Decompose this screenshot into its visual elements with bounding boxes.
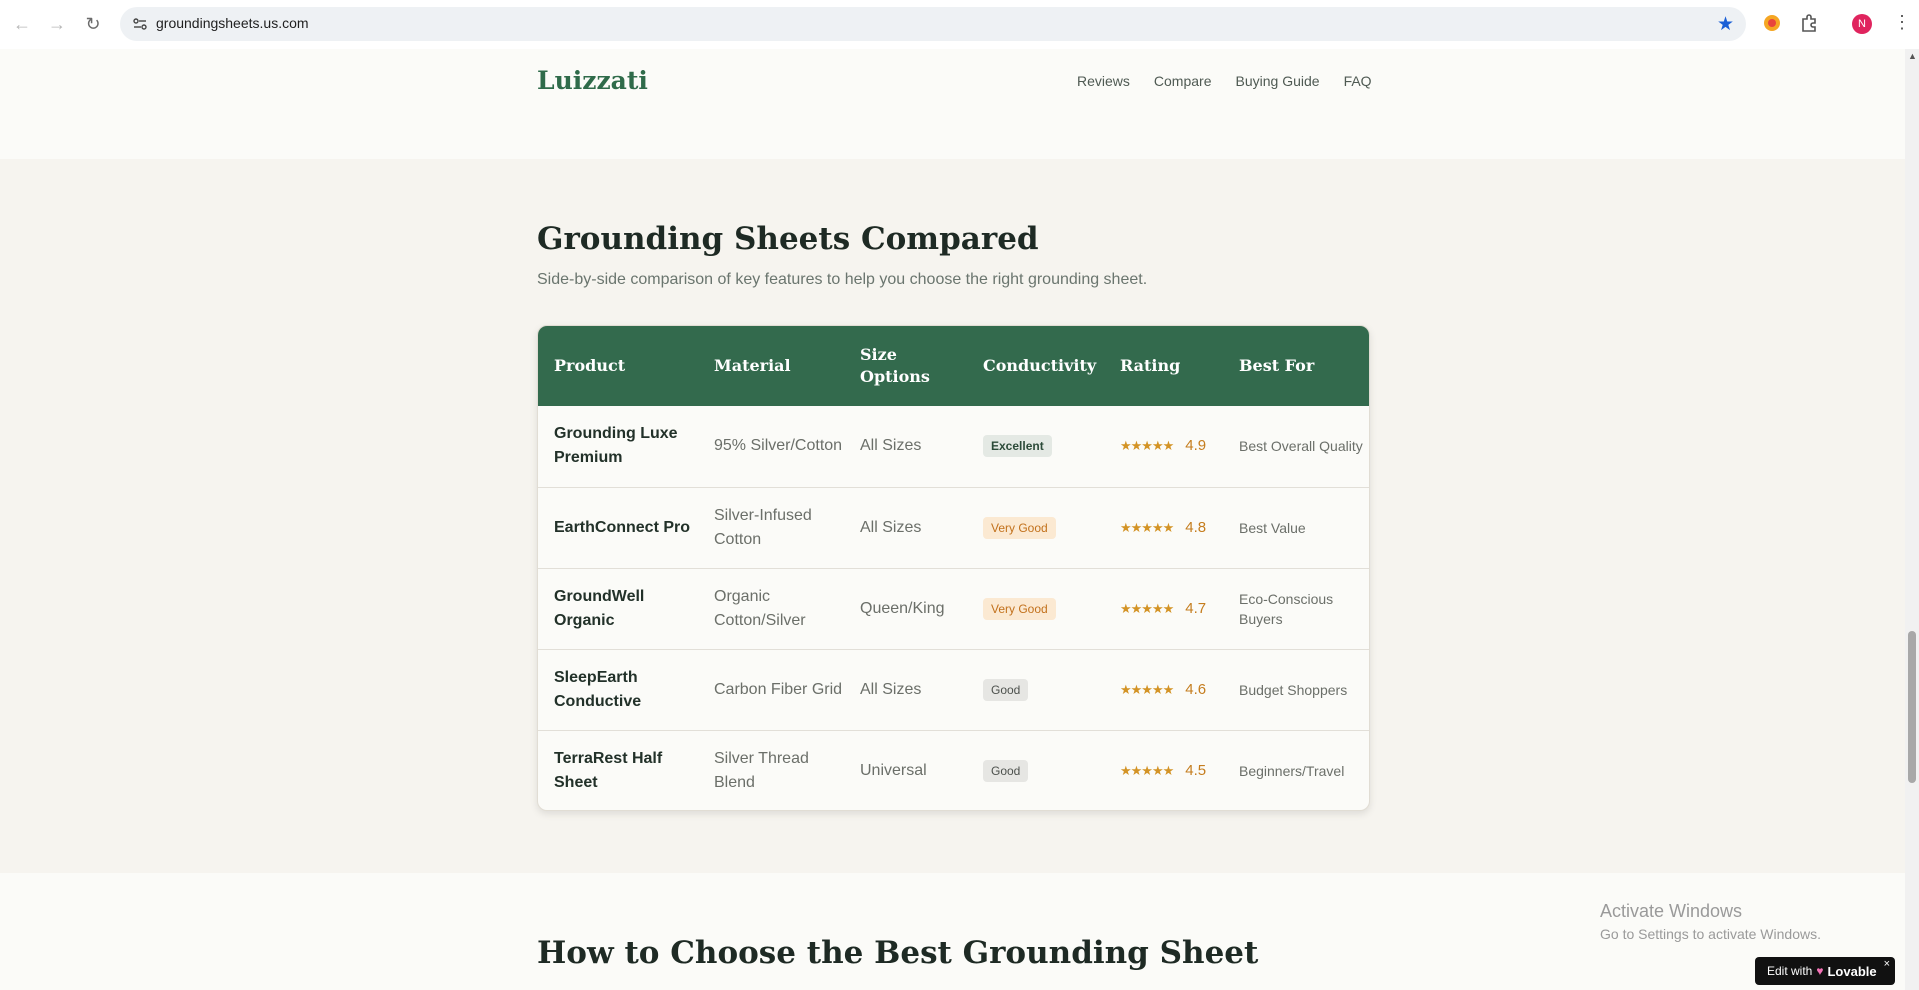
best-for-cell: Budget Shoppers [1239,681,1348,698]
size-cell: All Sizes [860,437,922,455]
brand-logo[interactable]: Luizzati [537,66,648,95]
size-cell: Queen/King [860,599,945,617]
column-header-material: Material [714,356,791,375]
rating-score: 4.9 [1185,437,1207,455]
table-row: TerraRest Half Sheet Silver Thread Blend… [538,730,1369,810]
nav-link-compare[interactable]: Compare [1154,73,1212,89]
conductivity-cell: Good [967,730,1104,810]
browser-toolbar: ← → ↻ groundingsheets.us.com ★ N ⋮ [0,0,1919,50]
product-name: TerraRest Half Sheet [554,749,663,791]
conductivity-badge: Very Good [983,597,1056,620]
rating-cell: ★★★★★ 4.7 [1104,568,1223,649]
profile-avatar[interactable]: N [1852,14,1872,34]
close-badge-icon[interactable]: × [1884,958,1890,970]
page-scrollbar[interactable]: ▲ [1905,49,1919,990]
table-row: SleepEarth Conductive Carbon Fiber Grid … [538,649,1369,730]
table-row: EarthConnect Pro Silver-Infused Cotton A… [538,487,1369,568]
rating-cell: ★★★★★ 4.5 [1104,730,1223,810]
nav-link-buying-guide[interactable]: Buying Guide [1236,73,1320,89]
forward-icon[interactable]: → [45,12,69,36]
lovable-heart-icon: ♥ [1816,964,1824,978]
column-header-rating: Rating [1120,356,1181,375]
bookmark-star-icon[interactable]: ★ [1717,13,1734,36]
star-rating-icon: ★★★★★ [1120,519,1174,535]
site-info-icon[interactable] [130,14,150,34]
activate-windows-title: Activate Windows [1600,901,1743,921]
edit-with-lovable-badge[interactable]: Edit with ♥ Lovable × [1755,957,1895,985]
material-cell: Silver Thread Blend [714,749,809,791]
column-header-product: Product [554,356,626,375]
back-icon[interactable]: ← [10,12,34,36]
conductivity-cell: Very Good [967,487,1104,568]
nav-link-faq[interactable]: FAQ [1344,73,1372,89]
size-cell: All Sizes [860,518,922,536]
comparison-table: Product Material Size Options Conductivi… [537,325,1370,811]
address-bar[interactable]: groundingsheets.us.com ★ [120,7,1746,41]
browser-menu-icon[interactable]: ⋮ [1893,12,1911,33]
star-rating-icon: ★★★★★ [1120,681,1174,697]
conductivity-badge: Very Good [983,516,1056,539]
extensions-puzzle-icon[interactable] [1799,13,1821,35]
table-row: Grounding Luxe Premium 95% Silver/Cotton… [538,406,1369,487]
rating-cell: ★★★★★ 4.6 [1104,649,1223,730]
activate-windows-watermark: Activate Windows Go to Settings to activ… [1600,901,1821,942]
conductivity-cell: Excellent [967,406,1104,487]
best-for-cell: Eco-Conscious Buyers [1239,590,1334,627]
rating-score: 4.8 [1185,518,1207,536]
rating-score: 4.7 [1185,599,1207,617]
reload-icon[interactable]: ↻ [81,12,105,36]
material-cell: Carbon Fiber Grid [714,680,843,698]
site-header: Luizzati Reviews Compare Buying Guide FA… [0,49,1905,114]
product-name: GroundWell Organic [554,587,645,629]
activate-windows-subtitle: Go to Settings to activate Windows. [1600,926,1821,942]
extension-icon[interactable] [1762,13,1784,35]
best-for-cell: Best Value [1239,519,1306,536]
scroll-up-arrow-icon[interactable]: ▲ [1908,51,1917,61]
size-cell: Universal [860,761,927,779]
rating-cell: ★★★★★ 4.9 [1104,406,1223,487]
rating-score: 4.5 [1185,761,1207,779]
material-cell: Organic Cotton/Silver [714,587,806,629]
conductivity-badge: Good [983,759,1029,782]
section-subtitle: Side-by-side comparison of key features … [537,271,1148,288]
star-rating-icon: ★★★★★ [1120,762,1174,778]
rating-cell: ★★★★★ 4.8 [1104,487,1223,568]
conductivity-cell: Very Good [967,568,1104,649]
column-header-best-for: Best For [1239,356,1315,375]
previous-section-end [0,113,1905,159]
conductivity-badge: Excellent [983,435,1052,458]
star-rating-icon: ★★★★★ [1120,600,1174,616]
table-header-row: Product Material Size Options Conductivi… [538,326,1369,406]
size-cell: All Sizes [860,680,922,698]
column-header-conductivity: Conductivity [983,356,1097,375]
table-row: GroundWell Organic Organic Cotton/Silver… [538,568,1369,649]
conductivity-cell: Good [967,649,1104,730]
product-name: EarthConnect Pro [554,518,691,536]
next-section-title: How to Choose the Best Grounding Sheet [537,935,1259,971]
lovable-label: Lovable [1827,963,1877,979]
section-title: Grounding Sheets Compared [537,221,1039,257]
nav-link-reviews[interactable]: Reviews [1077,73,1130,89]
scroll-thumb[interactable] [1908,631,1916,783]
star-rating-icon: ★★★★★ [1120,438,1174,454]
url-text[interactable]: groundingsheets.us.com [156,15,309,31]
rating-score: 4.6 [1185,680,1207,698]
best-for-cell: Best Overall Quality [1239,438,1363,455]
top-nav: Reviews Compare Buying Guide FAQ [1077,73,1372,89]
edit-with-label: Edit with [1767,964,1813,978]
best-for-cell: Beginners/Travel [1239,762,1345,779]
conductivity-badge: Good [983,678,1029,701]
product-name: Grounding Luxe Premium [554,425,678,467]
product-name: SleepEarth Conductive [554,668,642,710]
material-cell: 95% Silver/Cotton [714,437,843,455]
column-header-size: Size Options [860,345,930,386]
material-cell: Silver-Infused Cotton [714,506,812,548]
